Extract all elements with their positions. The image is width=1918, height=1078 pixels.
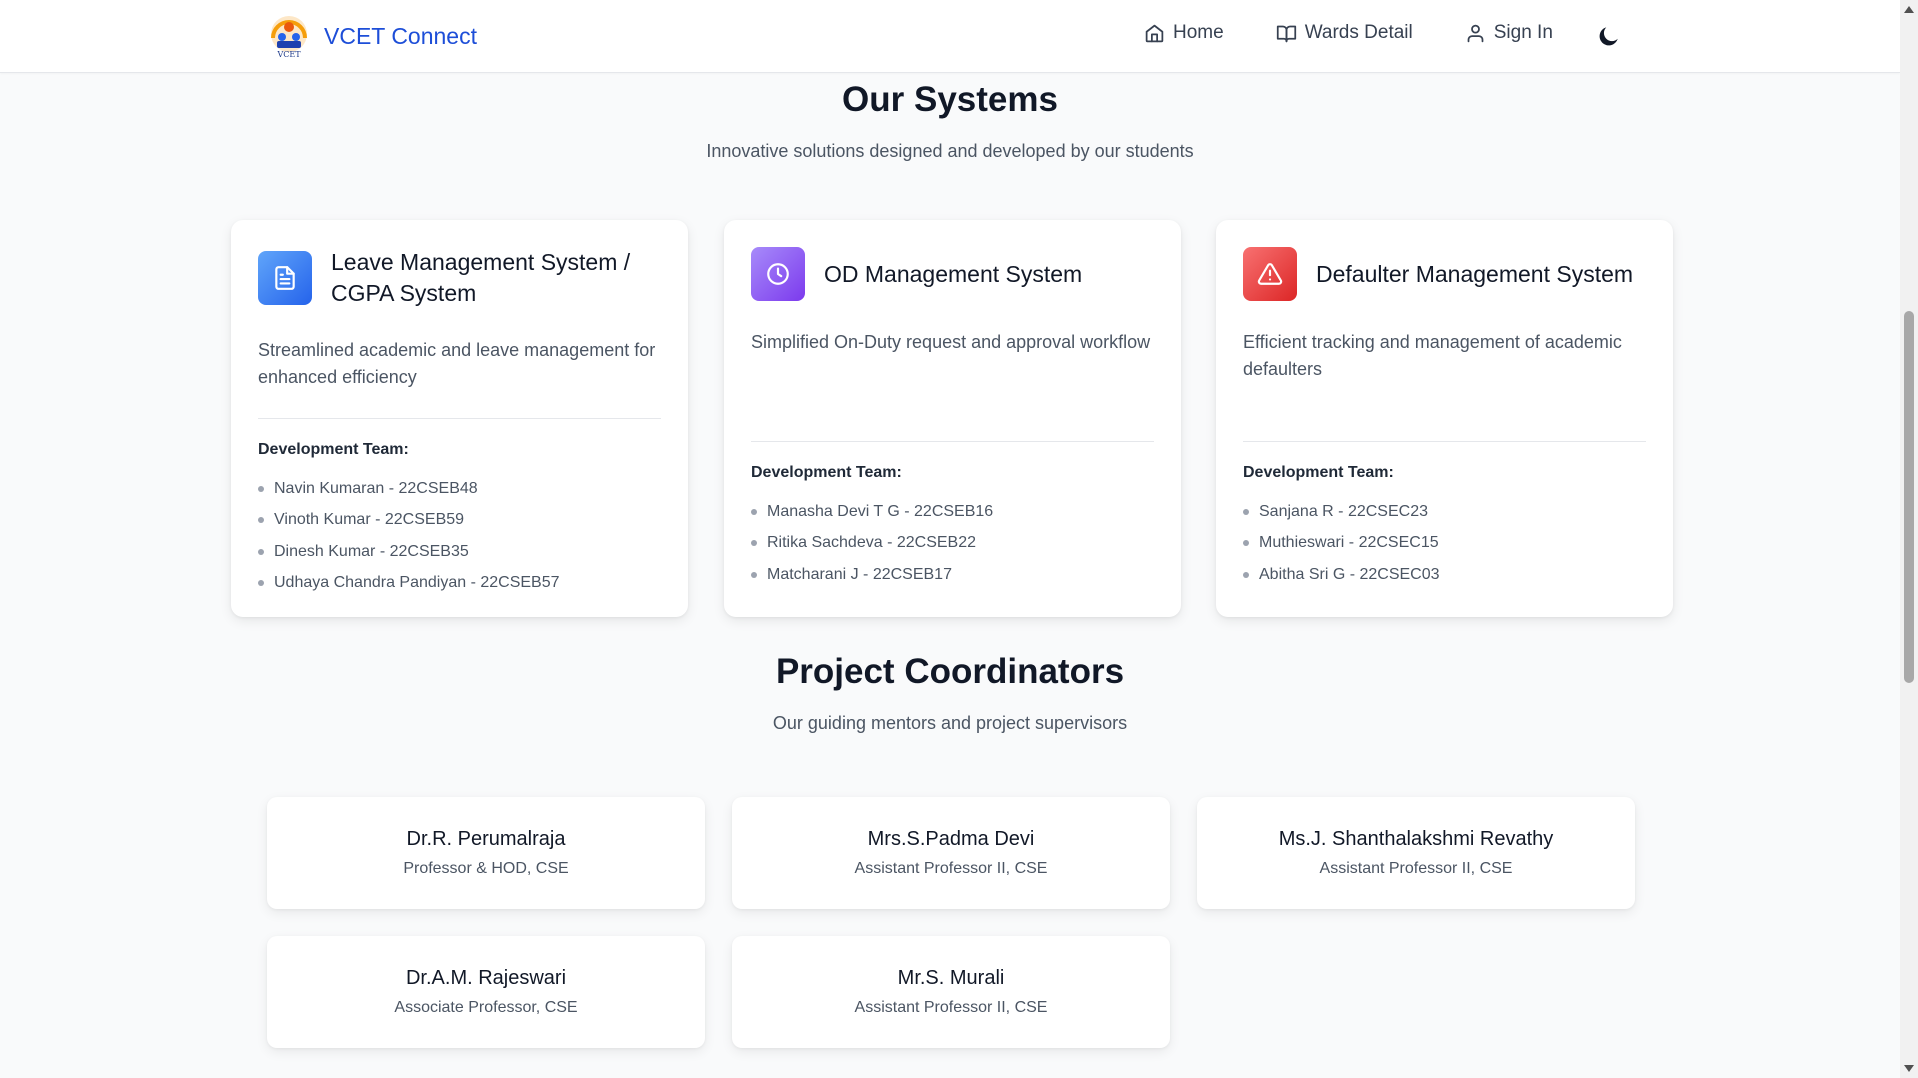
coordinator-card: Ms.J. Shanthalakshmi Revathy Assistant P… [1197,797,1635,909]
bullet-dot [1243,540,1249,547]
coordinator-name: Dr.A.M. Rajeswari [405,967,567,989]
moon-icon[interactable] [1596,23,1622,49]
team-heading: Development Team: [258,441,409,458]
brand-name: VCET Connect [324,22,477,49]
bullet-dot [258,517,264,524]
card-divider [1243,441,1646,442]
coordinator-card: Mr.S. Murali Assistant Professor II, CSE [732,936,1170,1048]
coordinator-name: Ms.J. Shanthalakshmi Revathy [1278,828,1554,850]
coordinator-role: Assistant Professor II, CSE [854,999,1048,1016]
book-icon [1276,25,1296,42]
coordinators-subtitle: Our guiding mentors and project supervis… [772,713,1128,733]
systems-title: Our Systems [842,80,1058,119]
system-card-title: Defaulter Management System [1316,260,1634,287]
coordinator-card: Dr.A.M. Rajeswari Associate Professor, C… [267,936,705,1048]
coordinators-title: Project Coordinators [775,652,1125,691]
card-divider [751,441,1154,442]
coordinator-role: Professor & HOD, CSE [403,860,569,877]
system-card-od: OD Management System Simplified On-Duty … [724,220,1181,617]
nav-sign-in[interactable]: Sign In [1465,22,1553,44]
system-card-description: Efficient tracking and management of aca… [1243,332,1622,379]
document-icon [258,251,312,305]
bullet-dot [258,580,264,587]
team-member: Udhaya Chandra Pandiyan - 22CSEB57 [258,568,661,600]
team-member: Vinoth Kumar - 22CSEB59 [258,505,661,537]
team-member: Sanjana R - 22CSEC23 [1243,496,1646,528]
bullet-dot [258,485,264,492]
coordinator-role: Assistant Professor II, CSE [1319,860,1513,877]
nav-home-label: Home [1173,22,1224,43]
bullet-dot [1243,508,1249,515]
team-list: Navin Kumaran - 22CSEB48 Vinoth Kumar - … [258,473,661,599]
scrollbar-thumb[interactable] [1904,311,1914,683]
coordinator-card: Dr.R. Perumalraja Professor & HOD, CSE [267,797,705,909]
bullet-dot [751,508,757,515]
bullet-dot [751,540,757,547]
team-member: Ritika Sachdeva - 22CSEB22 [751,528,1154,560]
coordinator-name: Mrs.S.Padma Devi [867,828,1035,850]
team-member: Navin Kumaran - 22CSEB48 [258,473,661,505]
svg-text:VCET: VCET [276,50,301,58]
system-card-title: Leave Management System / CGPA System [331,249,631,306]
user-icon [1467,24,1484,42]
nav-wards-label: Wards Detail [1304,22,1413,43]
team-list: Sanjana R - 22CSEC23 Muthieswari - 22CSE… [1243,496,1646,591]
systems-subtitle: Innovative solutions designed and develo… [706,141,1194,161]
nav-links: Home Wards Detail Sign In [1144,22,1605,44]
clock-icon [751,247,805,301]
team-member: Dinesh Kumar - 22CSEB35 [258,536,661,568]
nav-home[interactable]: Home [1144,22,1224,44]
top-navbar: VCET VCET Connect Home Wards Detail Sign… [0,0,1900,73]
alert-triangle-icon [1243,247,1297,301]
card-divider [258,418,661,419]
team-list: Manasha Devi T G - 22CSEB16 Ritika Sachd… [751,496,1154,591]
team-member: Manasha Devi T G - 22CSEB16 [751,496,1154,528]
team-heading: Development Team: [751,464,902,481]
system-card-leave: Leave Management System / CGPA System St… [231,220,688,617]
system-card-title: OD Management System [824,260,1083,287]
coordinator-role: Associate Professor, CSE [394,999,578,1016]
bullet-dot [751,571,757,578]
coordinator-name: Dr.R. Perumalraja [406,828,566,850]
coordinator-role: Assistant Professor II, CSE [854,860,1048,877]
scroll-up-arrow-icon[interactable] [1904,6,1914,13]
bullet-dot [258,548,264,555]
brand[interactable]: VCET VCET Connect [268,14,477,58]
vcet-logo-icon: VCET [271,16,307,58]
team-member: Muthieswari - 22CSEC15 [1243,528,1646,560]
system-card-defaulter: Defaulter Management System Efficient tr… [1216,220,1673,617]
nav-sign-in-label: Sign In [1493,22,1553,43]
system-card-description: Simplified On-Duty request and approval … [751,332,1151,352]
system-card-description: Streamlined academic and leave managemen… [258,340,656,387]
scroll-down-arrow-icon[interactable] [1904,1065,1914,1072]
team-member: Matcharani J - 22CSEB17 [751,559,1154,591]
page-scrollbar[interactable] [1900,0,1918,1078]
nav-wards-detail[interactable]: Wards Detail [1276,22,1413,44]
team-heading: Development Team: [1243,464,1394,481]
coordinator-name: Mr.S. Murali [897,967,1005,989]
coordinator-card: Mrs.S.Padma Devi Assistant Professor II,… [732,797,1170,909]
home-icon [1145,24,1164,42]
team-member: Abitha Sri G - 22CSEC03 [1243,559,1646,591]
bullet-dot [1243,571,1249,578]
